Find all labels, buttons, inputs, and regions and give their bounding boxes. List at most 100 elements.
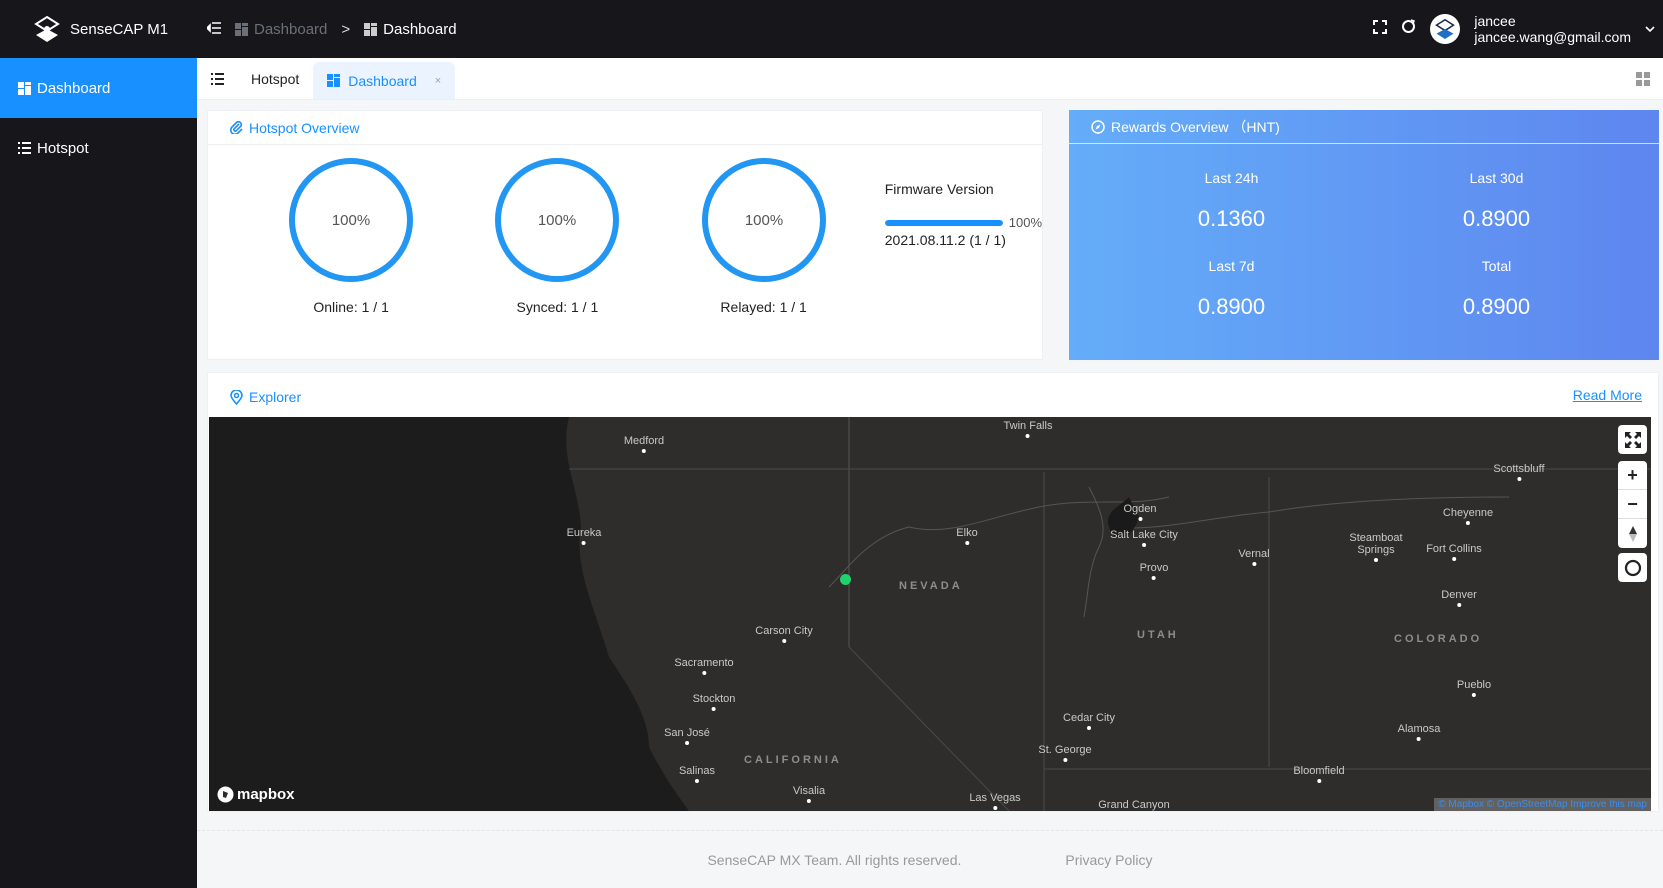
- gauge-label: Synced: 1 / 1: [516, 299, 599, 315]
- map-state-label: NEVADA: [899, 580, 963, 592]
- gauge-online: 100% Online: 1 / 1: [248, 155, 454, 315]
- map-coastline: [209, 417, 1651, 811]
- map-geolocate-control: [1618, 553, 1647, 582]
- map-city-label: Fort Collins: [1426, 543, 1482, 561]
- map-fullscreen-control: [1618, 425, 1647, 454]
- map-city-label: Alamosa: [1398, 723, 1440, 741]
- reward-stat: Total 0.8900: [1462, 258, 1531, 319]
- gauge-percent: 100%: [538, 212, 576, 229]
- app-title: SenseCAP M1: [70, 20, 169, 38]
- card-title: Rewards Overview （HNT): [1111, 118, 1280, 135]
- map-city-label: Provo: [1140, 562, 1168, 580]
- sidebar-item-hotspot[interactable]: Hotspot: [0, 118, 197, 178]
- progress-ring: 100%: [495, 158, 620, 282]
- app-logo[interactable]: SenseCAP M1: [0, 15, 197, 43]
- tab-hotspot[interactable]: Hotspot: [237, 58, 313, 99]
- map-city-label: Twin Falls: [1004, 420, 1052, 438]
- breadcrumb-item-current: Dashboard: [364, 21, 457, 38]
- dashboard-icon: [18, 81, 31, 95]
- zoom-in-button[interactable]: +: [1618, 461, 1647, 490]
- compass-icon[interactable]: [1618, 519, 1647, 548]
- refresh-icon[interactable]: [1401, 19, 1416, 39]
- map-city-label: Salinas: [679, 765, 715, 783]
- card-header: Explorer: [208, 381, 1658, 413]
- firmware-progress-bar: [884, 219, 1003, 226]
- zoom-out-button[interactable]: −: [1618, 490, 1647, 519]
- gauge-percent: 100%: [332, 212, 370, 229]
- privacy-policy-link[interactable]: Privacy Policy: [1065, 852, 1152, 868]
- breadcrumb-item[interactable]: Dashboard: [235, 21, 327, 38]
- map-city-label: St. George: [1038, 744, 1092, 762]
- user-email: jancee.wang@gmail.com: [1474, 29, 1631, 45]
- card-header: Hotspot Overview: [208, 111, 1042, 145]
- progress-ring: 100%: [289, 158, 414, 282]
- close-tab-icon[interactable]: ×: [435, 75, 441, 87]
- map[interactable]: Medford Twin Falls Scottsbluff Eureka El…: [209, 417, 1651, 811]
- fullscreen-icon[interactable]: [1618, 425, 1647, 454]
- firmware-version: 2021.08.11.2 (1 / 1): [884, 232, 1006, 248]
- sidebar-item-dashboard[interactable]: Dashboard: [0, 58, 197, 118]
- grid-menu-icon[interactable]: [1623, 58, 1663, 99]
- map-city-label: Ogden: [1123, 503, 1157, 521]
- map-city-label: Pueblo: [1457, 679, 1491, 697]
- tabs-menu-icon[interactable]: [197, 58, 237, 99]
- tab-dashboard[interactable]: Dashboard ×: [313, 62, 456, 99]
- firmware-title: Firmware Version: [884, 181, 994, 197]
- gauge-label: Relayed: 1 / 1: [720, 299, 807, 315]
- card-title: Hotspot Overview: [249, 119, 360, 136]
- reward-stat: Last 24h 0.1360: [1197, 170, 1266, 231]
- sensecap-logo-icon: [34, 15, 60, 42]
- avatar[interactable]: [1430, 14, 1461, 44]
- map-city-label: Stockton: [693, 693, 735, 711]
- map-city-label: Medford: [624, 435, 664, 453]
- map-city-label: Bloomfield: [1293, 765, 1345, 783]
- map-city-label: Cedar City: [1063, 712, 1115, 730]
- menu-fold-icon[interactable]: [205, 21, 221, 38]
- map-city-label: Cheyenne: [1443, 507, 1493, 525]
- firmware-section: Firmware Version 100% 2021.08.11.2 (1 / …: [884, 181, 1042, 315]
- dashboard-icon: [364, 22, 378, 36]
- progress-ring: 100%: [701, 158, 826, 282]
- map-state-label: UTAH: [1137, 629, 1179, 641]
- reward-stat: Last 30d 0.8900: [1462, 170, 1531, 231]
- map-state-label: CALIFORNIA: [744, 754, 842, 766]
- header-actions: jancee jancee.wang@gmail.com: [1373, 13, 1663, 45]
- rewards-overview-card: Rewards Overview （HNT) Last 24h 0.1360 L…: [1069, 110, 1659, 360]
- map-city-label: Vernal: [1238, 548, 1270, 566]
- footer-copyright: SenseCAP MX Team. All rights reserved.: [707, 851, 962, 868]
- read-more-link[interactable]: Read More: [1573, 387, 1642, 403]
- user-menu[interactable]: jancee jancee.wang@gmail.com: [1474, 13, 1631, 45]
- map-attribution[interactable]: © Mapbox © OpenStreetMap Improve this ma…: [1434, 798, 1651, 811]
- mapbox-logo[interactable]: mapbox: [217, 786, 295, 803]
- map-city-label: Carson City: [755, 625, 813, 643]
- chevron-down-icon[interactable]: [1645, 20, 1655, 38]
- compass-icon: [1091, 119, 1105, 134]
- dashboard-icon: [235, 22, 248, 36]
- breadcrumb: Dashboard > Dashboard: [205, 21, 457, 38]
- map-city-label: Las Vegas: [969, 792, 1021, 810]
- sidebar-item-label: Dashboard: [37, 79, 111, 97]
- hotspot-overview-card: Hotspot Overview 100% Online: 1 / 1 100%…: [207, 110, 1043, 360]
- map-city-label: Grand Canyon: [1098, 799, 1170, 811]
- sidebar: Dashboard Hotspot: [0, 58, 197, 888]
- footer: SenseCAP MX Team. All rights reserved. P…: [197, 830, 1663, 888]
- map-zoom-controls: + −: [1618, 461, 1647, 548]
- gauge-label: Online: 1 / 1: [313, 299, 389, 315]
- tabs-bar: Hotspot Dashboard ×: [197, 58, 1663, 100]
- geolocate-icon[interactable]: [1618, 553, 1647, 582]
- map-city-label: Elko: [956, 527, 978, 545]
- card-title: Explorer: [249, 389, 302, 405]
- location-pin-icon: [230, 389, 243, 405]
- fullscreen-icon[interactable]: [1373, 19, 1388, 39]
- map-state-label: COLORADO: [1394, 633, 1483, 645]
- map-city-label: San José: [664, 727, 710, 745]
- hotspot-marker[interactable]: [840, 574, 851, 585]
- gauge-relayed: 100% Relayed: 1 / 1: [661, 155, 867, 315]
- reward-stat: Last 7d 0.8900: [1197, 258, 1266, 319]
- map-city-label: Sacramento: [674, 657, 734, 675]
- map-city-label: Visalia: [793, 785, 825, 803]
- dashboard-icon: [327, 74, 341, 87]
- mapbox-icon: [217, 786, 234, 803]
- map-city-label: Steamboat Springs: [1336, 532, 1416, 562]
- explorer-card: Explorer Read More Medford Twin Falls Sc…: [207, 372, 1659, 812]
